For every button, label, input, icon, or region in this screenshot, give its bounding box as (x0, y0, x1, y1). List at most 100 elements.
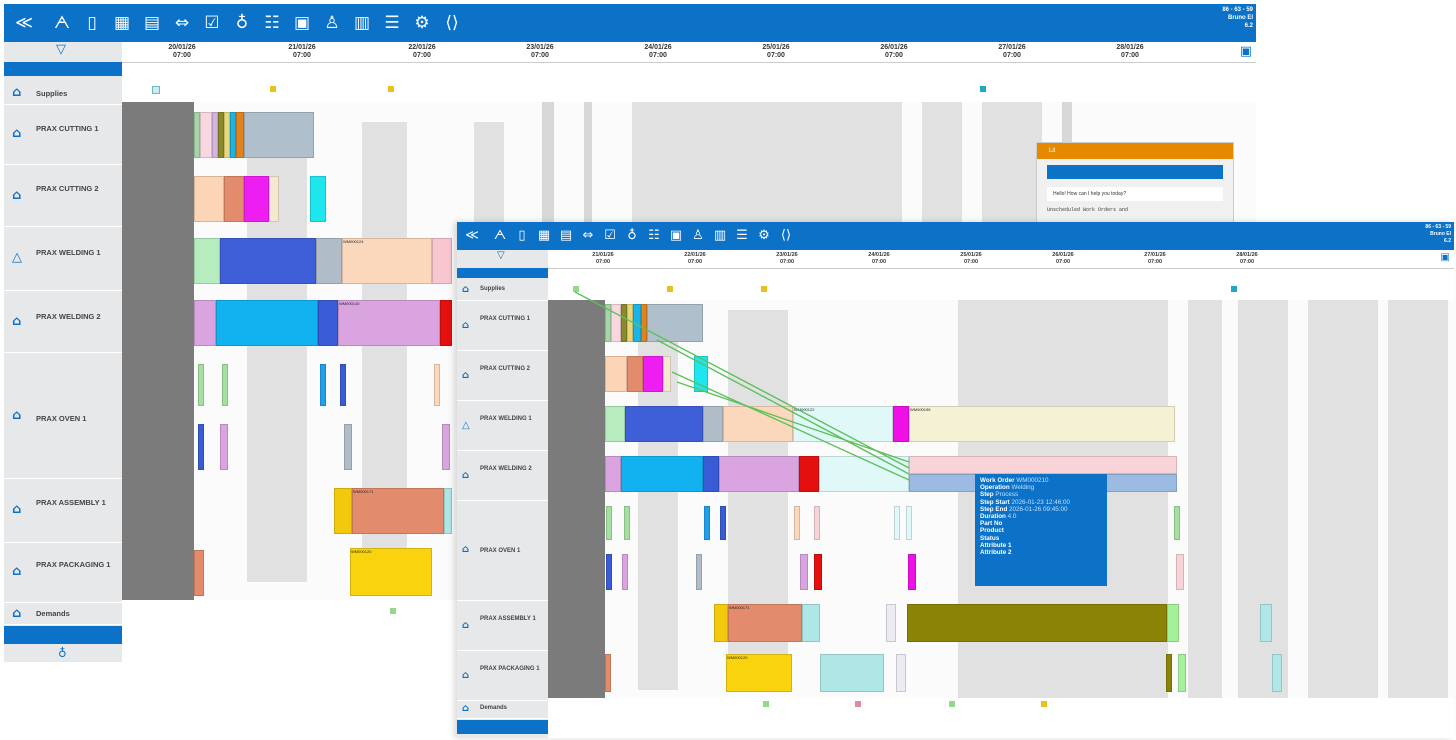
work-order-block[interactable] (318, 300, 338, 346)
link-icon[interactable]: ⇔ (170, 11, 194, 35)
resource-row-packaging[interactable]: ⌂ PRAX PACKAGING 1 (4, 542, 122, 603)
work-order-block[interactable] (444, 488, 452, 534)
demand-marker[interactable] (390, 608, 396, 614)
gear-icon[interactable]: ⚙ (755, 227, 773, 245)
work-order-block[interactable] (1174, 506, 1180, 540)
demand-marker[interactable] (949, 701, 955, 707)
work-order-block[interactable] (886, 604, 896, 642)
grid-icon[interactable]: ▣ (290, 11, 314, 35)
resource-row-cutting-1[interactable]: ⌂ PRAX CUTTING 1 (4, 104, 122, 165)
resource-row-cutting-2[interactable]: ⌂ PRAX CUTTING 2 (4, 164, 122, 227)
work-order-block[interactable] (194, 550, 204, 596)
calendar-edit-icon[interactable]: ▤ (140, 11, 164, 35)
work-order-block[interactable] (896, 654, 906, 692)
supply-marker[interactable] (573, 286, 579, 292)
work-order-block[interactable] (1166, 654, 1172, 692)
work-order-block[interactable] (216, 300, 318, 346)
work-order-block[interactable] (605, 456, 621, 492)
work-order-block[interactable] (627, 356, 643, 392)
work-order-block[interactable] (1167, 604, 1179, 642)
work-order-block[interactable] (194, 238, 220, 284)
work-order-block[interactable]: WM000124 (342, 238, 432, 284)
user-icon[interactable]: ᗅ (50, 11, 74, 35)
logo-icon[interactable]: ≪ (12, 11, 36, 35)
work-order-block[interactable] (820, 654, 884, 692)
work-order-block[interactable] (194, 176, 224, 222)
resource-row-supplies[interactable]: ⌂ Supplies (457, 280, 548, 301)
demand-marker[interactable] (1041, 701, 1047, 707)
work-order-block[interactable] (220, 424, 228, 470)
resource-row-demands[interactable]: ⌂ Demands (4, 602, 122, 625)
work-order-block[interactable] (606, 554, 612, 590)
work-order-block[interactable] (696, 554, 702, 590)
resource-row-oven[interactable]: ⌂ PRAX OVEN 1 (457, 500, 548, 601)
work-order-block[interactable] (340, 364, 346, 406)
lightbulb-icon[interactable]: ♁ (230, 11, 254, 35)
demand-marker[interactable] (855, 701, 861, 707)
supply-marker[interactable] (980, 86, 986, 92)
user-info[interactable]: 86 - 63 - 59 Bruno El 6.2 (1425, 224, 1451, 245)
lightbulb-icon[interactable]: ♁ (58, 646, 67, 660)
supply-marker[interactable] (667, 286, 673, 292)
supply-marker[interactable] (761, 286, 767, 292)
work-order-block[interactable] (1176, 554, 1184, 590)
work-order-block[interactable] (894, 506, 900, 540)
code-icon[interactable]: ⟨⟩ (440, 11, 464, 35)
chat-panel[interactable]: Lit Hello! How can I help you today? Uns… (1036, 142, 1234, 234)
user-icon[interactable]: ᗅ (491, 227, 509, 245)
work-order-block[interactable] (334, 488, 352, 534)
work-order-block[interactable] (802, 604, 820, 642)
supply-marker[interactable] (1231, 286, 1237, 292)
work-order-block[interactable] (1260, 604, 1272, 642)
work-order-block[interactable]: WM000171 (728, 604, 802, 642)
tablet-icon[interactable]: ▯ (80, 11, 104, 35)
work-order-block[interactable] (703, 406, 723, 442)
work-order-block[interactable] (907, 604, 1167, 642)
work-order-block[interactable] (200, 112, 212, 158)
tablet-icon[interactable]: ▯ (513, 227, 531, 245)
work-order-block[interactable] (220, 238, 316, 284)
resource-row-welding-2[interactable]: ⌂ PRAX WELDING 2 (457, 450, 548, 501)
work-order-block[interactable] (800, 554, 808, 590)
work-order-block[interactable] (663, 356, 671, 392)
resource-row-cutting-1[interactable]: ⌂ PRAX CUTTING 1 (457, 300, 548, 351)
resource-row-supplies[interactable]: ⌂ Supplies (4, 80, 122, 105)
work-order-block[interactable] (605, 654, 611, 692)
resource-row-oven[interactable]: ⌂ PRAX OVEN 1 (4, 352, 122, 479)
demand-marker[interactable] (763, 701, 769, 707)
resource-row-cutting-2[interactable]: ⌂ PRAX CUTTING 2 (457, 350, 548, 401)
supply-marker[interactable] (152, 86, 160, 94)
sliders-icon[interactable]: ☷ (260, 11, 284, 35)
resource-row-welding-1[interactable]: △ PRAX WELDING 1 (457, 400, 548, 451)
work-order-block[interactable] (344, 424, 352, 470)
work-order-block[interactable] (605, 356, 627, 392)
work-order-block[interactable] (908, 554, 916, 590)
work-order-block[interactable] (1272, 654, 1282, 692)
work-order-block[interactable] (814, 506, 820, 540)
work-order-block[interactable] (703, 456, 719, 492)
calendar-icon[interactable]: ▣ (1240, 44, 1252, 59)
work-order-block[interactable] (605, 406, 625, 442)
work-order-block[interactable] (434, 364, 440, 406)
work-order-block[interactable] (222, 364, 228, 406)
work-order-block[interactable] (819, 456, 909, 492)
work-order-block[interactable] (714, 604, 728, 642)
tree-icon[interactable]: ♙ (320, 11, 344, 35)
resource-row-welding-1[interactable]: △ PRAX WELDING 1 (4, 226, 122, 291)
work-order-block[interactable] (198, 424, 204, 470)
work-order-block[interactable]: WM000120 (726, 654, 792, 692)
work-order-block[interactable] (194, 300, 216, 346)
chart-icon[interactable]: ▥ (711, 227, 729, 245)
work-order-block[interactable] (720, 506, 726, 540)
resource-row-assembly[interactable]: ⌂ PRAX ASSEMBLY 1 (457, 600, 548, 651)
supply-marker[interactable] (270, 86, 276, 92)
work-order-block[interactable] (633, 304, 641, 342)
user-info[interactable]: 86 - 63 - 59 Bruno El 6.2 (1222, 6, 1253, 30)
work-order-block[interactable]: WM000171 (352, 488, 444, 534)
work-order-block[interactable] (310, 176, 326, 222)
checklist-icon[interactable]: ☑ (601, 227, 619, 245)
supply-marker[interactable] (388, 86, 394, 92)
calendar-icon[interactable]: ▦ (110, 11, 134, 35)
work-order-block[interactable]: WM000140 (338, 300, 440, 346)
work-order-block[interactable] (625, 406, 703, 442)
